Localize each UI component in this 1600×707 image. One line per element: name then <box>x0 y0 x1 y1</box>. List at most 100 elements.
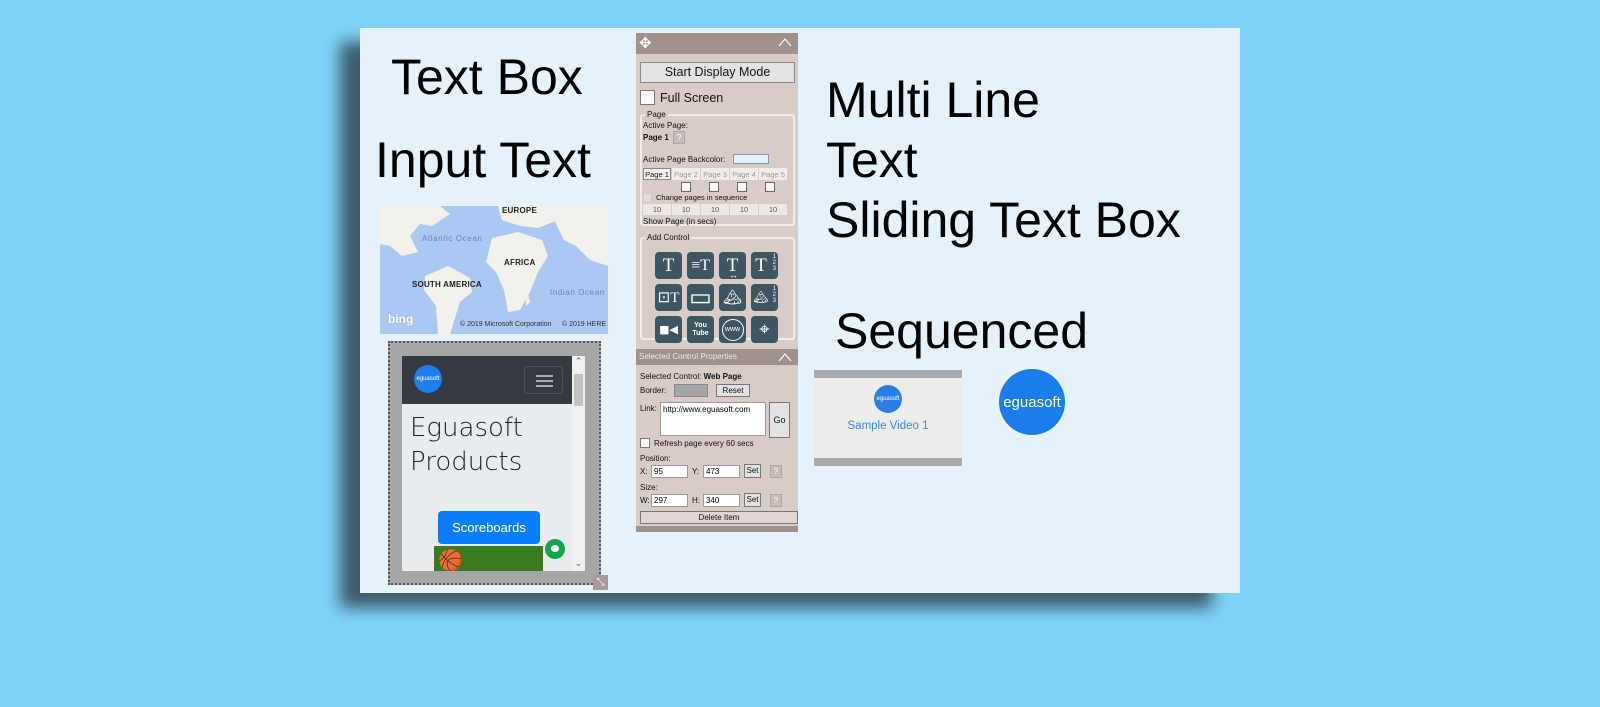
sequenced-image-icon: 🏔 <box>753 290 769 304</box>
w-label: W: <box>640 495 650 505</box>
position-label: Position: <box>640 454 671 463</box>
map-control[interactable]: EUROPE AFRICA SOUTH AMERICA Atlantic Oce… <box>380 206 608 334</box>
page-seconds-row: 10 10 10 10 10 <box>643 204 787 215</box>
video-title: Sample Video 1 <box>847 420 929 432</box>
active-page-label: Active Page: <box>643 121 688 130</box>
page-1-seconds[interactable]: 10 <box>643 204 671 215</box>
scoreboards-button[interactable]: Scoreboards <box>438 511 540 544</box>
display-canvas[interactable]: Text Box Input Text Multi Line Text Slid… <box>360 28 1240 593</box>
refresh-checkbox[interactable] <box>640 438 650 448</box>
add-map-button[interactable]: ⌖ <box>751 316 778 343</box>
scroll-down-icon[interactable]: ⌄ <box>572 558 585 569</box>
set-size-button[interactable]: Set <box>744 493 761 507</box>
chat-icon[interactable] <box>545 539 565 559</box>
properties-title: Selected Control Properties <box>639 352 737 361</box>
backcolor-swatch[interactable] <box>733 154 769 164</box>
web-page-control[interactable]: eguasoft Eguasoft Products Scoreboards 🏀… <box>388 341 601 585</box>
page-5-seconds[interactable]: 10 <box>759 204 787 215</box>
add-web-page-button[interactable]: www <box>719 316 746 343</box>
web-page-scrollbar[interactable]: ⌃ ⌄ <box>572 356 585 571</box>
eguasoft-logo[interactable]: eguasoft <box>414 365 442 393</box>
selected-control-value: Web Page <box>703 372 742 381</box>
link-label: Link: <box>640 404 657 413</box>
page-5-checkbox[interactable] <box>765 182 775 192</box>
map-label-europe: EUROPE <box>502 206 537 215</box>
h-label: H: <box>692 495 700 505</box>
full-screen-option[interactable]: Full Screen <box>640 90 723 105</box>
add-multi-line-text-button[interactable]: ≡T <box>687 252 714 279</box>
add-youtube-button[interactable]: You Tube <box>687 316 714 343</box>
reset-border-button[interactable]: Reset <box>716 384 750 397</box>
y-label: Y: <box>692 466 700 476</box>
rectangle-icon: ▭ <box>689 285 712 311</box>
tab-page-3[interactable]: Page 3 <box>701 168 729 180</box>
move-icon[interactable]: ✥ <box>639 35 652 52</box>
toolbox-header[interactable]: ✥ <box>636 33 798 54</box>
add-sequenced-text-button[interactable]: T1 2 3 <box>751 252 778 279</box>
start-display-mode-button[interactable]: Start Display Mode <box>640 62 795 83</box>
tab-page-4[interactable]: Page 4 <box>730 168 758 180</box>
add-sequenced-image-button[interactable]: 🏔 1 2 3 <box>751 284 778 311</box>
tab-page-5[interactable]: Page 5 <box>759 168 787 180</box>
x-input[interactable] <box>651 464 688 478</box>
text-box-control[interactable]: Text Box <box>391 52 583 102</box>
sequence-label: Change pages in sequence <box>656 193 748 202</box>
properties-header[interactable]: Selected Control Properties <box>636 349 798 365</box>
page-3-checkbox[interactable] <box>709 182 719 192</box>
page-4-seconds[interactable]: 10 <box>730 204 758 215</box>
web-page-frame[interactable]: eguasoft Eguasoft Products Scoreboards 🏀… <box>402 356 585 571</box>
www-icon: www <box>721 318 744 341</box>
sequenced-image-control[interactable]: eguasoft <box>999 369 1065 435</box>
tab-page-2[interactable]: Page 2 <box>672 168 700 180</box>
sequence-checkbox[interactable] <box>643 193 652 202</box>
border-color-swatch[interactable] <box>674 384 708 397</box>
y-input[interactable] <box>703 464 740 478</box>
size-help-icon[interactable]: ? <box>770 493 782 507</box>
video-eguasoft-logo: eguasoft <box>874 385 902 413</box>
resize-handle-icon[interactable]: ⤡ <box>593 575 608 590</box>
add-text-box-button[interactable]: T <box>655 252 682 279</box>
add-rectangle-button[interactable]: ▭ <box>687 284 714 311</box>
text-icon: T <box>662 254 675 276</box>
tab-page-1[interactable]: Page 1 <box>643 168 671 180</box>
scroll-up-icon[interactable]: ⌃ <box>572 356 585 367</box>
web-page-heading: Eguasoft Products <box>410 413 523 477</box>
refresh-option[interactable]: Refresh page every 60 secs <box>640 438 754 448</box>
set-position-button[interactable]: Set <box>744 464 761 478</box>
go-button[interactable]: Go <box>769 402 790 438</box>
multi-line-text-control[interactable]: Multi Line Text Sliding Text Box <box>826 70 1181 250</box>
page-2-seconds[interactable]: 10 <box>672 204 700 215</box>
page-2-checkbox[interactable] <box>681 182 691 192</box>
selected-control-label: Selected Control: <box>640 372 702 381</box>
youtube-icon: You Tube <box>692 321 709 337</box>
properties-collapse-icon[interactable] <box>778 351 792 363</box>
position-help-icon[interactable]: ? <box>770 464 782 478</box>
add-input-text-button[interactable]: ⊡T <box>655 284 682 311</box>
sequenced-text-control[interactable]: Sequenced <box>835 306 1088 356</box>
collapse-icon[interactable] <box>778 36 792 48</box>
input-text-control[interactable]: Input Text <box>375 135 591 185</box>
change-pages-sequence-option[interactable]: Change pages in sequence <box>643 193 747 202</box>
link-input[interactable]: http://www.eguasoft.com <box>660 402 766 436</box>
multi-line-text-icon: ≡T <box>691 256 710 274</box>
add-sliding-text-button[interactable]: T ↔ <box>719 252 746 279</box>
position-row: X: Y: Set ? <box>640 464 782 478</box>
add-video-button[interactable]: ■◀ <box>655 316 682 343</box>
full-screen-checkbox[interactable] <box>640 90 655 105</box>
video-control[interactable]: eguasoft Sample Video 1 <box>814 370 962 466</box>
w-input[interactable] <box>651 493 688 507</box>
map-label-atlantic: Atlantic Ocean <box>422 234 483 243</box>
map-copyright-here: © 2019 HERE <box>562 321 607 328</box>
map-label-south-america: SOUTH AMERICA <box>412 280 482 289</box>
scrollbar-thumb[interactable] <box>574 374 583 406</box>
page-3-seconds[interactable]: 10 <box>701 204 729 215</box>
page-help-icon[interactable]: ? <box>673 131 685 144</box>
page-group-legend: Page <box>647 110 666 119</box>
page-4-checkbox[interactable] <box>737 182 747 192</box>
h-input[interactable] <box>703 493 740 507</box>
add-image-button[interactable]: 🏔 <box>719 284 746 311</box>
image-icon: 🏔 <box>722 290 743 306</box>
hamburger-menu-icon[interactable] <box>524 366 563 394</box>
delete-item-button[interactable]: Delete Item <box>640 511 798 524</box>
map-label-indian: Indian Ocean <box>550 288 605 297</box>
